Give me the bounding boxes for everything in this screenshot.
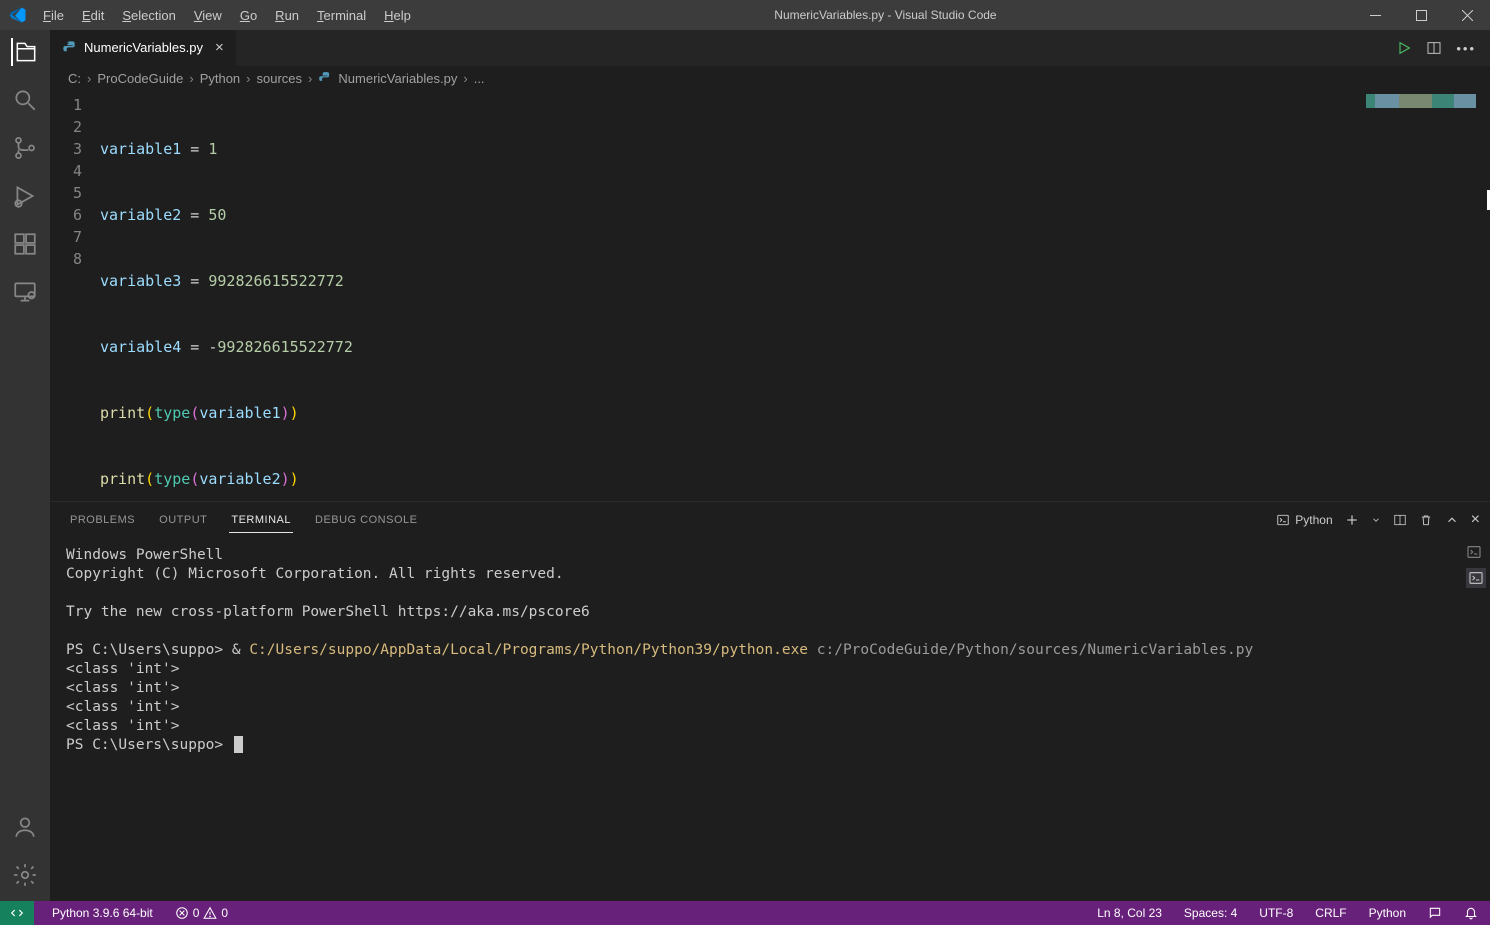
menu-view[interactable]: View xyxy=(186,4,230,27)
terminal-kind[interactable]: Python xyxy=(1276,513,1332,527)
line-number-gutter: 123 456 78 xyxy=(50,90,100,501)
breadcrumb-segment[interactable]: Python xyxy=(200,71,240,86)
panel-tab-bar: PROBLEMS OUTPUT TERMINAL DEBUG CONSOLE P… xyxy=(50,502,1490,538)
window-controls xyxy=(1352,0,1490,30)
terminal-instance-icon[interactable] xyxy=(1466,544,1486,560)
explorer-icon[interactable] xyxy=(11,38,39,66)
accounts-icon[interactable] xyxy=(11,813,39,841)
tab-debug-console[interactable]: DEBUG CONSOLE xyxy=(313,508,419,533)
menu-file[interactable]: File xyxy=(35,4,72,27)
remote-explorer-icon[interactable] xyxy=(11,278,39,306)
titlebar: File Edit Selection View Go Run Terminal… xyxy=(0,0,1490,30)
close-button[interactable] xyxy=(1444,0,1490,30)
menu-terminal[interactable]: Terminal xyxy=(309,4,374,27)
maximize-button[interactable] xyxy=(1398,0,1444,30)
close-panel-icon[interactable]: × xyxy=(1471,511,1480,529)
breadcrumb-segment[interactable]: sources xyxy=(257,71,303,86)
split-terminal-icon[interactable] xyxy=(1393,513,1407,527)
split-editor-icon[interactable] xyxy=(1426,40,1442,56)
editor[interactable]: 123 456 78 variable1 = 1 variable2 = 50 … xyxy=(50,90,1490,501)
minimap[interactable] xyxy=(1366,94,1476,108)
window-title: NumericVariables.py - Visual Studio Code xyxy=(419,8,1352,22)
menu-help[interactable]: Help xyxy=(376,4,419,27)
tab-terminal[interactable]: TERMINAL xyxy=(229,508,293,533)
search-icon[interactable] xyxy=(11,86,39,114)
code-content[interactable]: variable1 = 1 variable2 = 50 variable3 =… xyxy=(100,90,353,501)
kill-terminal-icon[interactable] xyxy=(1419,513,1433,527)
tab-filename: NumericVariables.py xyxy=(84,40,203,55)
more-actions-icon[interactable]: ••• xyxy=(1456,41,1476,56)
terminal-cursor xyxy=(234,736,243,753)
new-terminal-icon[interactable] xyxy=(1345,513,1359,527)
remote-indicator[interactable] xyxy=(0,901,34,925)
breadcrumbs[interactable]: C:› ProCodeGuide› Python› sources› Numer… xyxy=(50,66,1490,90)
breadcrumb-tail[interactable]: ... xyxy=(474,71,485,86)
activity-bar xyxy=(0,30,50,901)
status-indent[interactable]: Spaces: 4 xyxy=(1180,906,1241,920)
status-language[interactable]: Python xyxy=(1365,906,1410,920)
menu-go[interactable]: Go xyxy=(232,4,265,27)
menu-selection[interactable]: Selection xyxy=(114,4,183,27)
feedback-icon[interactable] xyxy=(1424,906,1446,920)
editor-actions: ••• xyxy=(1396,40,1490,56)
terminal-instance-icon[interactable] xyxy=(1466,568,1486,588)
shell: NumericVariables.py × ••• C:› ProCodeGui… xyxy=(0,30,1490,901)
tab-problems[interactable]: PROBLEMS xyxy=(68,508,137,533)
python-file-icon xyxy=(62,40,78,56)
status-problems[interactable]: 0 0 xyxy=(171,906,232,920)
extensions-icon[interactable] xyxy=(11,230,39,258)
breadcrumb-segment[interactable]: ProCodeGuide xyxy=(97,71,183,86)
status-python-version[interactable]: Python 3.9.6 64-bit xyxy=(48,906,157,920)
status-cursor-pos[interactable]: Ln 8, Col 23 xyxy=(1093,906,1166,920)
tab-output[interactable]: OUTPUT xyxy=(157,508,209,533)
panel-actions: Python × xyxy=(1276,511,1480,529)
run-file-icon[interactable] xyxy=(1396,40,1412,56)
source-control-icon[interactable] xyxy=(11,134,39,162)
breadcrumb-file[interactable]: NumericVariables.py xyxy=(338,71,457,86)
breadcrumb-drive[interactable]: C: xyxy=(68,71,81,86)
status-bar: Python 3.9.6 64-bit 0 0 Ln 8, Col 23 Spa… xyxy=(0,901,1490,925)
chevron-down-icon[interactable] xyxy=(1371,515,1381,525)
tab-bar: NumericVariables.py × ••• xyxy=(50,30,1490,66)
vscode-logo-icon xyxy=(0,6,35,24)
tab-close-icon[interactable]: × xyxy=(215,39,224,56)
panel: PROBLEMS OUTPUT TERMINAL DEBUG CONSOLE P… xyxy=(50,501,1490,901)
status-encoding[interactable]: UTF-8 xyxy=(1255,906,1297,920)
main-column: NumericVariables.py × ••• C:› ProCodeGui… xyxy=(50,30,1490,901)
editor-tab[interactable]: NumericVariables.py × xyxy=(50,30,237,66)
python-file-icon xyxy=(318,71,332,85)
minimize-button[interactable] xyxy=(1352,0,1398,30)
maximize-panel-icon[interactable] xyxy=(1445,513,1459,527)
terminal-side-icons xyxy=(1466,544,1486,588)
notifications-bell-icon[interactable] xyxy=(1460,906,1482,920)
menu-bar: File Edit Selection View Go Run Terminal… xyxy=(35,4,419,27)
menu-run[interactable]: Run xyxy=(267,4,307,27)
menu-edit[interactable]: Edit xyxy=(74,4,112,27)
status-eol[interactable]: CRLF xyxy=(1311,906,1350,920)
run-debug-icon[interactable] xyxy=(11,182,39,210)
terminal-output[interactable]: Windows PowerShell Copyright (C) Microso… xyxy=(50,538,1490,901)
settings-gear-icon[interactable] xyxy=(11,861,39,889)
